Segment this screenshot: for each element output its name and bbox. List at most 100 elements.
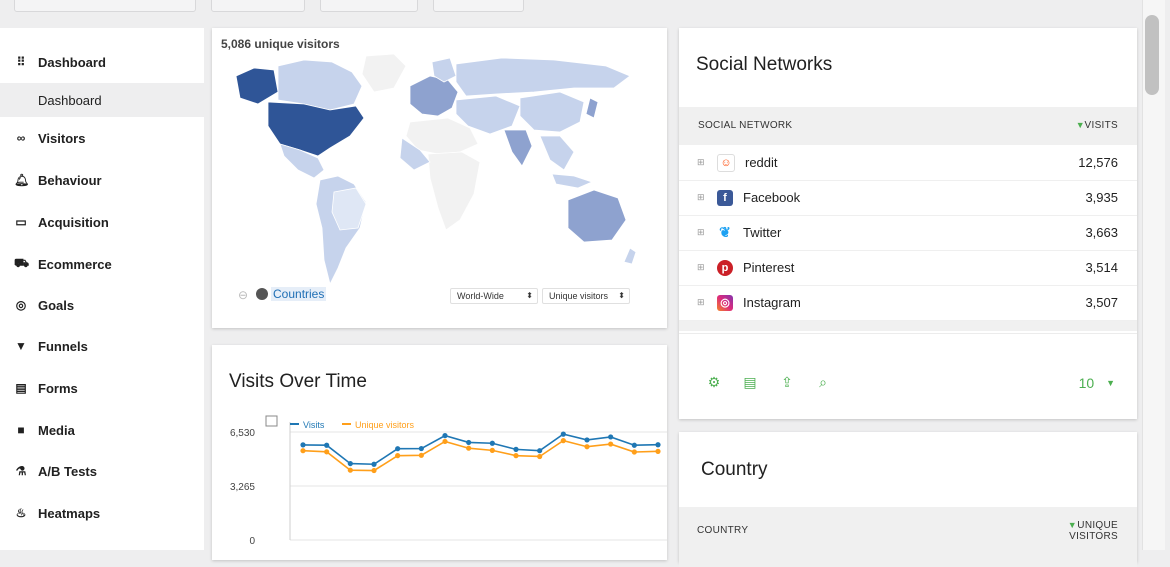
data-point — [537, 448, 543, 454]
data-point — [584, 444, 590, 450]
expand-icon[interactable]: ⊞ — [697, 297, 707, 308]
world-map[interactable] — [234, 52, 646, 292]
zoom-out-icon[interactable]: ⊖ — [238, 288, 248, 302]
map-region-australia[interactable] — [567, 189, 627, 243]
data-point — [442, 438, 448, 445]
search-icon[interactable]: ⌕ — [815, 374, 831, 390]
cart-icon: ⛟ — [14, 256, 30, 270]
data-point — [418, 445, 424, 452]
top-compare-button[interactable] — [433, 0, 524, 12]
limit-value: 10 — [1078, 375, 1095, 391]
countries-link[interactable]: Countries — [271, 287, 327, 301]
data-point — [560, 438, 566, 444]
data-point — [395, 446, 401, 452]
select-arrows-icon: ⬍ — [618, 291, 625, 300]
sidebar-item-acquisition[interactable]: ▭ Acquisition — [0, 204, 204, 240]
top-segment-button[interactable] — [320, 0, 418, 12]
sidebar-item-forms[interactable]: ▤ Forms — [0, 370, 204, 406]
form-icon: ▤ — [15, 381, 27, 395]
sidebar-item-visitors[interactable]: ∞ Visitors — [0, 120, 204, 156]
social-widget-title: Social Networks — [696, 54, 833, 75]
data-point — [371, 461, 377, 467]
y-tick-label: 0 — [249, 536, 255, 547]
column-header-country[interactable]: COUNTRY — [697, 525, 748, 536]
window-icon: ▭ — [15, 215, 27, 229]
data-point — [608, 434, 614, 440]
table-row[interactable]: ⊞ ❦ Twitter 3,663 — [679, 215, 1137, 251]
data-point — [655, 442, 661, 448]
row-value: 12,576 — [1078, 155, 1118, 170]
row-label: Pinterest — [743, 260, 795, 275]
table-footer-strip — [679, 321, 1137, 331]
export-icon[interactable]: ⇪ — [779, 374, 795, 390]
map-region-se-asia[interactable] — [539, 135, 575, 171]
data-point — [466, 439, 472, 446]
data-point — [347, 467, 353, 473]
map-region-alaska[interactable] — [235, 67, 279, 105]
pinterest-icon: p — [717, 259, 733, 276]
map-region-europe[interactable] — [409, 75, 459, 117]
region-select[interactable]: World-Wide ⬍ — [450, 288, 538, 304]
row-label: Instagram — [743, 295, 801, 310]
sidebar-subitem-dashboard[interactable]: Dashboard — [0, 83, 204, 117]
target-icon: ◎ — [15, 298, 27, 312]
table-row[interactable]: ⊞ p Pinterest 3,514 — [679, 250, 1137, 286]
expand-icon[interactable]: ⊞ — [697, 192, 707, 203]
page-scrollbar-thumb[interactable] — [1145, 15, 1159, 95]
sidebar-item-ab-tests[interactable]: ⚗ A/B Tests — [0, 453, 204, 489]
data-point — [513, 446, 519, 452]
sidebar-item-ecommerce[interactable]: ⛟ Ecommerce — [0, 246, 204, 282]
visits-widget-title: Visits Over Time — [229, 371, 367, 392]
table-row[interactable]: ⊞ ☺ reddit 12,576 — [679, 145, 1137, 181]
column-header-unique-line2: VISITORS — [1069, 531, 1118, 542]
map-region-russia[interactable] — [455, 57, 631, 97]
data-point — [442, 433, 448, 439]
sidebar-item-media[interactable]: ■ Media — [0, 412, 204, 448]
sidebar-item-goals[interactable]: ◎ Goals — [0, 287, 204, 323]
map-region-africa-south[interactable] — [427, 151, 481, 231]
flask-icon: ⚗ — [15, 464, 27, 478]
top-period-button[interactable] — [211, 0, 305, 12]
dashboard-grid-icon: ⠿ — [16, 55, 26, 69]
data-point — [489, 447, 495, 453]
sidebar-item-funnels[interactable]: ▼ Funnels — [0, 328, 204, 364]
sidebar-item-label: Ecommerce — [38, 256, 112, 272]
table-row[interactable]: ⊞ f Facebook 3,935 — [679, 180, 1137, 216]
settings-gear-icon[interactable]: ⚙ — [706, 374, 722, 390]
sidebar-item-label: Media — [38, 422, 75, 438]
metric-select[interactable]: Unique visitors ⬍ — [542, 288, 630, 304]
map-region-india[interactable] — [503, 129, 533, 167]
column-header-unique-visitors[interactable]: UNIQUE VISITORS — [1069, 520, 1118, 542]
row-value: 3,514 — [1085, 260, 1118, 275]
column-header-unique-line1: UNIQUE — [1077, 520, 1118, 531]
map-region-japan[interactable] — [585, 97, 599, 119]
y-tick-label: 3,265 — [230, 482, 255, 493]
data-point — [324, 442, 330, 448]
top-search-button[interactable] — [14, 0, 196, 12]
limit-selector[interactable]: 10 ▼ — [1079, 375, 1115, 391]
expand-icon[interactable]: ⊞ — [697, 262, 707, 273]
column-header-visits[interactable]: VISITS — [1085, 120, 1118, 131]
map-region-greenland[interactable] — [361, 53, 407, 93]
map-region-indonesia[interactable] — [551, 173, 594, 189]
column-header-network[interactable]: SOCIAL NETWORK — [698, 120, 792, 131]
sidebar-item-behaviour[interactable]: 🔔︎ Behaviour — [0, 162, 204, 198]
sidebar-item-label: Acquisition — [38, 214, 109, 230]
data-point — [489, 440, 495, 446]
country-widget-title: Country — [701, 459, 768, 480]
expand-icon[interactable]: ⊞ — [697, 227, 707, 238]
table-view-icon[interactable]: ▤ — [742, 374, 758, 390]
data-point — [324, 449, 330, 455]
map-region-new-zealand[interactable] — [623, 247, 637, 265]
map-region-china[interactable] — [519, 91, 585, 133]
table-row[interactable]: ⊞ ◎ Instagram 3,507 — [679, 285, 1137, 321]
social-table-header: SOCIAL NETWORK ▼ VISITS — [679, 107, 1137, 145]
y-tick-label: 6,530 — [230, 428, 255, 439]
expand-icon[interactable]: ⊞ — [697, 157, 707, 168]
sidebar-item-heatmaps[interactable]: ♨ Heatmaps — [0, 495, 204, 531]
country-widget: Country COUNTRY ▼ UNIQUE VISITORS — [679, 432, 1137, 567]
sidebar-subitem-label: Dashboard — [38, 92, 102, 108]
data-point — [371, 467, 377, 474]
map-region-canada[interactable] — [277, 59, 363, 111]
sidebar-item-dashboard[interactable]: ⠿ Dashboard — [0, 44, 204, 80]
